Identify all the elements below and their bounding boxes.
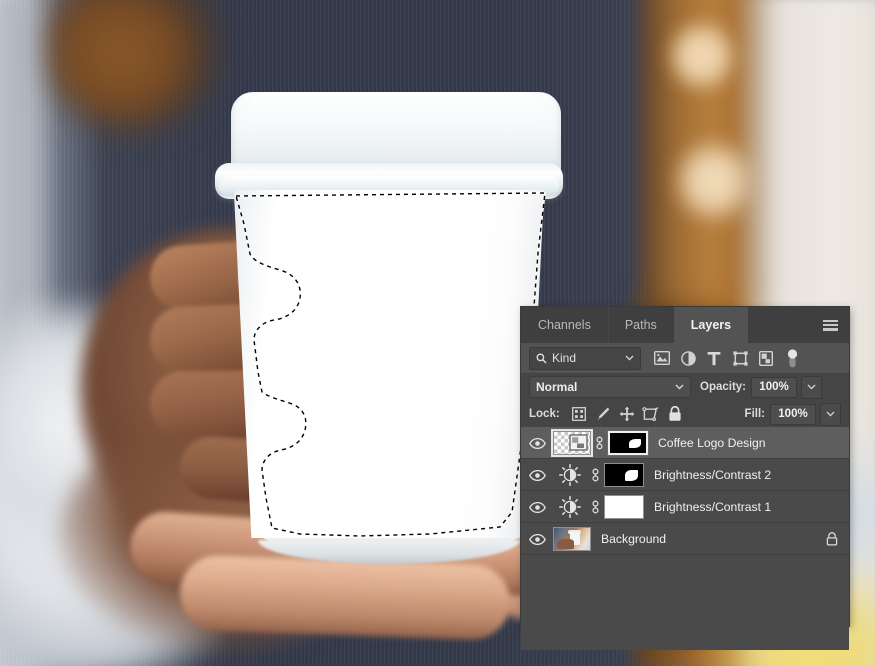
lock-all-icon[interactable] bbox=[663, 403, 687, 425]
fill-value: 100% bbox=[778, 408, 808, 420]
chevron-down-icon bbox=[625, 355, 634, 361]
eye-icon bbox=[528, 469, 546, 481]
lock-icon bbox=[826, 532, 838, 549]
lock-row: Lock: Fill: 100% bbox=[521, 401, 849, 427]
layer-thumbnail-background[interactable] bbox=[553, 527, 591, 551]
layers-list-empty-area bbox=[521, 555, 849, 650]
smart-object-filter-icon[interactable] bbox=[754, 346, 778, 370]
layer-visibility-toggle[interactable] bbox=[521, 459, 553, 491]
layer-visibility-toggle[interactable] bbox=[521, 523, 553, 555]
panel-tabbar: Channels Paths Layers bbox=[521, 307, 849, 343]
tab-channels-label: Channels bbox=[538, 318, 591, 332]
fill-stepper[interactable] bbox=[820, 402, 841, 426]
opacity-value: 100% bbox=[759, 381, 789, 393]
photo-lower-finger-2 bbox=[178, 554, 512, 641]
layer-mask-shape bbox=[624, 470, 638, 481]
layer-filter-kind-label: Kind bbox=[552, 351, 577, 365]
layer-row-brightness-contrast-1[interactable]: Brightness/Contrast 1 bbox=[521, 491, 849, 523]
eye-icon bbox=[528, 437, 546, 449]
tab-layers-label: Layers bbox=[690, 318, 732, 332]
type-layer-filter-icon[interactable] bbox=[702, 346, 726, 370]
tab-paths[interactable]: Paths bbox=[607, 307, 674, 343]
layer-mask-link-icon[interactable] bbox=[587, 467, 604, 483]
search-icon bbox=[536, 353, 547, 363]
chevron-down-icon bbox=[675, 384, 684, 390]
layer-row-brightness-contrast-2[interactable]: Brightness/Contrast 2 bbox=[521, 459, 849, 491]
layer-thumbnail-group[interactable] bbox=[551, 429, 648, 457]
filter-toggle-switch-icon[interactable] bbox=[780, 346, 804, 370]
layer-name-brightness-contrast-2: Brightness/Contrast 2 bbox=[654, 468, 772, 482]
tab-paths-label: Paths bbox=[624, 318, 657, 332]
opacity-input[interactable]: 100% bbox=[751, 376, 798, 398]
adjustment-brightness-contrast-icon[interactable] bbox=[553, 463, 587, 487]
panel-menu-icon[interactable] bbox=[823, 320, 838, 331]
layer-thumbnail-group[interactable] bbox=[553, 463, 644, 487]
photo-bokeh-highlight-1 bbox=[672, 20, 732, 92]
layers-panel: Channels Paths Layers Kind Normal Opacit… bbox=[521, 307, 849, 650]
eye-icon bbox=[528, 533, 546, 545]
layers-list: Coffee Logo Design Brightness/Contrast 2… bbox=[521, 427, 849, 650]
layer-mask-link-icon[interactable] bbox=[587, 499, 604, 515]
layer-mask-link-icon[interactable] bbox=[591, 435, 608, 451]
layer-name-background: Background bbox=[601, 532, 667, 546]
layer-thumbnail-group[interactable] bbox=[553, 495, 644, 519]
layer-row-coffee-logo-design[interactable]: Coffee Logo Design bbox=[521, 427, 849, 459]
opacity-stepper[interactable] bbox=[801, 375, 823, 399]
tab-layers[interactable]: Layers bbox=[673, 307, 749, 343]
pixel-layer-filter-icon[interactable] bbox=[650, 346, 674, 370]
eye-icon bbox=[528, 501, 546, 513]
layer-name-brightness-contrast-1: Brightness/Contrast 1 bbox=[654, 500, 772, 514]
adjustment-layer-filter-icon[interactable] bbox=[676, 346, 700, 370]
chevron-down-icon bbox=[826, 411, 835, 417]
layer-thumbnail-group[interactable] bbox=[553, 527, 591, 551]
shape-layer-filter-icon[interactable] bbox=[728, 346, 752, 370]
opacity-label: Opacity: bbox=[700, 381, 747, 393]
smart-object-badge-icon bbox=[569, 434, 588, 451]
screenshot-stage: Channels Paths Layers Kind Normal Opacit… bbox=[0, 0, 875, 666]
lock-label: Lock: bbox=[529, 408, 560, 420]
layer-mask-shape bbox=[628, 438, 641, 449]
blend-mode-row: Normal Opacity: 100% bbox=[521, 373, 849, 401]
tab-channels[interactable]: Channels bbox=[521, 307, 608, 343]
coffee-cup-body-shading bbox=[233, 190, 545, 538]
layer-row-background[interactable]: Background bbox=[521, 523, 849, 555]
coffee-cup-lid-top bbox=[248, 92, 540, 122]
layer-name-coffee-logo-design: Coffee Logo Design bbox=[658, 436, 766, 450]
blend-mode-select[interactable]: Normal bbox=[529, 376, 691, 398]
layer-mask-thumbnail-brightness-contrast-1[interactable] bbox=[604, 495, 644, 519]
chevron-down-icon bbox=[807, 384, 816, 390]
layer-visibility-toggle[interactable] bbox=[521, 491, 553, 523]
layer-thumbnail-coffee-logo[interactable] bbox=[551, 429, 593, 457]
layer-mask-thumbnail-coffee-logo[interactable] bbox=[608, 431, 648, 455]
lock-position-icon[interactable] bbox=[615, 403, 639, 425]
blend-mode-value: Normal bbox=[536, 380, 578, 394]
adjustment-brightness-contrast-icon[interactable] bbox=[553, 495, 587, 519]
layer-mask-thumbnail-brightness-contrast-2[interactable] bbox=[604, 463, 644, 487]
layer-filter-type-icons bbox=[648, 346, 804, 370]
lock-image-pixels-icon[interactable] bbox=[591, 403, 615, 425]
layer-visibility-toggle[interactable] bbox=[521, 427, 553, 459]
fill-label: Fill: bbox=[744, 408, 765, 420]
thumbnail-hand bbox=[556, 538, 575, 549]
fill-input[interactable]: 100% bbox=[770, 403, 816, 425]
layer-filter-kind-select[interactable]: Kind bbox=[529, 346, 641, 370]
lock-artboard-nesting-icon[interactable] bbox=[639, 403, 663, 425]
lock-transparent-pixels-icon[interactable] bbox=[567, 403, 591, 425]
layer-filter-row: Kind bbox=[521, 343, 849, 373]
